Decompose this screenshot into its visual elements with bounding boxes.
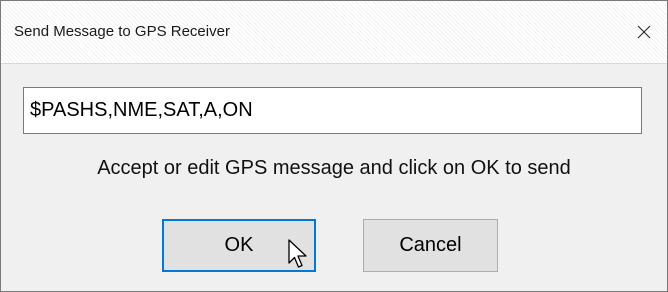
close-button[interactable] — [621, 9, 667, 55]
window-title: Send Message to GPS Receiver — [14, 23, 230, 40]
close-icon — [637, 25, 651, 39]
title-bar[interactable]: Send Message to GPS Receiver — [1, 1, 667, 64]
dialog-window: Send Message to GPS Receiver Accept or e… — [0, 0, 668, 292]
cancel-button[interactable]: Cancel — [363, 219, 498, 272]
gps-message-input[interactable] — [23, 87, 642, 134]
instruction-text: Accept or edit GPS message and click on … — [97, 157, 571, 179]
ok-button[interactable]: OK — [162, 219, 316, 272]
